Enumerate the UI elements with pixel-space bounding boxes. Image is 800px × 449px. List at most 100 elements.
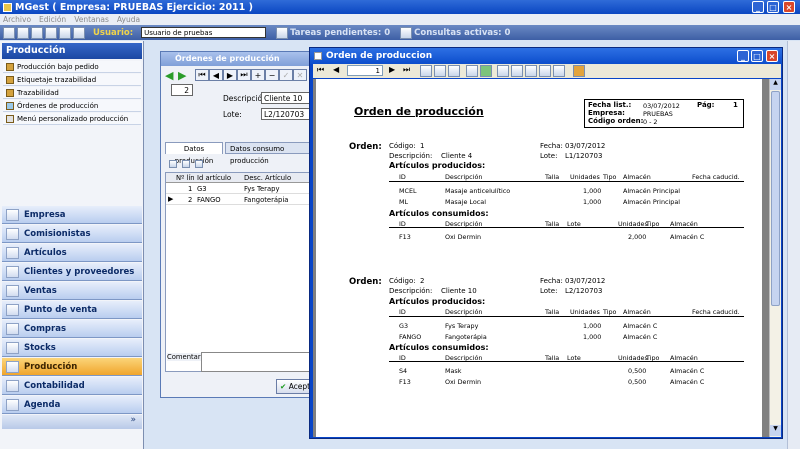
grid-edit-icon[interactable] bbox=[194, 159, 203, 168]
report-minimize-button[interactable]: _ bbox=[737, 50, 749, 62]
minimize-button[interactable]: _ bbox=[752, 1, 764, 13]
category-label: Contabilidad bbox=[24, 380, 85, 391]
export-icon[interactable] bbox=[466, 65, 478, 77]
row-selector-icon: ▶ bbox=[168, 195, 174, 203]
one-page-icon[interactable] bbox=[511, 65, 523, 77]
grid-header-idart[interactable]: Id artículo bbox=[197, 174, 231, 182]
sidebar-expand-bar[interactable]: » bbox=[2, 415, 142, 429]
producidos-heading: Artículos producidos: bbox=[389, 161, 486, 170]
category-empresa[interactable]: Empresa bbox=[2, 206, 142, 224]
produccion-cat-icon bbox=[6, 361, 19, 373]
category-label: Comisionistas bbox=[24, 228, 91, 239]
refresh-icon[interactable] bbox=[480, 65, 492, 77]
grid-add-icon[interactable] bbox=[169, 159, 177, 168]
sidebar-item-menu-personalizado[interactable]: Menú personalizado producción bbox=[3, 113, 141, 125]
toolbar-icon-3[interactable] bbox=[31, 26, 43, 39]
back-arrow-icon[interactable]: ◀ bbox=[165, 69, 173, 82]
menu-archivo[interactable]: Archivo bbox=[3, 15, 31, 24]
print-icon[interactable] bbox=[420, 65, 432, 77]
category-compras[interactable]: Compras bbox=[2, 320, 142, 338]
scroll-up-button[interactable]: ▲ bbox=[770, 79, 781, 90]
scroll-down-button[interactable]: ▼ bbox=[770, 425, 781, 436]
two-pages-icon[interactable] bbox=[525, 65, 537, 77]
next-record-button[interactable]: ▶ bbox=[223, 69, 237, 81]
sidebar-item-trazabilidad[interactable]: Trazabilidad bbox=[3, 87, 141, 99]
consultas-activas[interactable]: Consultas activas: 0 bbox=[414, 28, 510, 38]
grid-header-desc[interactable]: Desc. Artículo bbox=[244, 174, 291, 182]
grid-delete-icon[interactable] bbox=[181, 159, 190, 168]
record-number-field[interactable]: 2 bbox=[171, 84, 193, 96]
exit-icon[interactable] bbox=[573, 65, 585, 77]
col-fecha-caducidad: Fecha caducid. bbox=[692, 308, 740, 316]
tareas-pendientes[interactable]: Tareas pendientes: 0 bbox=[290, 28, 390, 38]
codigo-orden-value: 0 - 2 bbox=[643, 118, 658, 126]
cons-uds: 0,500 bbox=[628, 378, 647, 386]
add-record-button[interactable]: + bbox=[251, 69, 265, 81]
first-record-button[interactable]: ⏮ bbox=[195, 69, 209, 81]
menu-ventanas[interactable]: Ventanas bbox=[74, 15, 109, 24]
toolbar-icon-5[interactable] bbox=[59, 26, 71, 39]
lote-label: Lote: bbox=[540, 287, 558, 295]
report-vertical-scrollbar[interactable]: ▲ ▼ bbox=[769, 79, 781, 437]
save-icon[interactable] bbox=[434, 65, 446, 77]
cancel-record-button[interactable]: ✕ bbox=[293, 69, 307, 81]
report-next-page-icon[interactable]: ▶ bbox=[389, 65, 395, 74]
comentario-field[interactable] bbox=[201, 352, 319, 372]
sidebar-item-produccion-bajo-pedido[interactable]: Producción bajo pedido bbox=[3, 61, 141, 73]
category-label: Compras bbox=[24, 323, 67, 334]
table-row[interactable]: 1 G3 Fys Terapy bbox=[166, 184, 318, 194]
ordenes-title: Órdenes de producción bbox=[175, 54, 280, 63]
report-page-input[interactable]: 1 bbox=[347, 65, 383, 76]
category-clientes[interactable]: Clientes y proveedores bbox=[2, 263, 142, 281]
sidebar-item-ordenes[interactable]: Órdenes de producción bbox=[3, 100, 141, 112]
grid-header-nlin[interactable]: Nº lín bbox=[176, 174, 195, 182]
category-produccion[interactable]: Producción bbox=[2, 358, 142, 376]
toolbar-icon-6[interactable] bbox=[73, 26, 85, 39]
open-icon[interactable] bbox=[448, 65, 460, 77]
report-first-page-icon[interactable]: ⏮ bbox=[317, 65, 324, 75]
category-punto-venta[interactable]: Punto de venta bbox=[2, 301, 142, 319]
cons-alm: Almacén C bbox=[670, 233, 705, 241]
report-maximize-button[interactable]: □ bbox=[751, 50, 763, 62]
edit-record-button[interactable]: ✓ bbox=[279, 69, 293, 81]
page-setup-icon[interactable] bbox=[497, 65, 509, 77]
report-last-page-icon[interactable]: ⏭ bbox=[403, 65, 410, 75]
main-vertical-scrollbar[interactable] bbox=[787, 41, 800, 449]
scroll-thumb[interactable] bbox=[771, 91, 780, 306]
prev-record-button[interactable]: ◀ bbox=[209, 69, 223, 81]
codigo-value: 1 bbox=[420, 142, 425, 150]
toolbar-icon-4[interactable] bbox=[45, 26, 57, 39]
category-stocks[interactable]: Stocks bbox=[2, 339, 142, 357]
user-field[interactable]: Usuario de pruebas bbox=[141, 27, 267, 38]
category-articulos[interactable]: Artículos bbox=[2, 244, 142, 262]
category-comisionistas[interactable]: Comisionistas bbox=[2, 225, 142, 243]
codigo-label: Código: bbox=[389, 142, 416, 150]
toolbar-icon-1[interactable] bbox=[3, 26, 15, 39]
grid-header: Nº lín Id artículo Desc. Artículo bbox=[166, 173, 318, 183]
cons-desc: Mask bbox=[445, 367, 462, 375]
category-contabilidad[interactable]: Contabilidad bbox=[2, 377, 142, 395]
menu-ayuda[interactable]: Ayuda bbox=[117, 15, 140, 24]
sidebar-item-etiquetaje[interactable]: Etiquetaje trazabilidad bbox=[3, 74, 141, 86]
forward-arrow-icon[interactable]: ▶ bbox=[178, 69, 186, 82]
category-ventas[interactable]: Ventas bbox=[2, 282, 142, 300]
check-icon: ✔ bbox=[280, 382, 287, 391]
zoom-out-icon[interactable] bbox=[553, 65, 565, 77]
category-label: Ventas bbox=[24, 285, 57, 296]
tab-datos-produccion[interactable]: Datos producción bbox=[165, 142, 223, 165]
category-agenda[interactable]: Agenda bbox=[2, 396, 142, 414]
comisionistas-icon bbox=[6, 228, 19, 240]
table-row[interactable]: ▶ 2 FANGO Fangoterápia bbox=[166, 195, 318, 205]
last-record-button[interactable]: ⏭ bbox=[237, 69, 251, 81]
close-button[interactable]: × bbox=[783, 1, 795, 13]
tab-datos-consumo[interactable]: Datos consumo producción bbox=[225, 142, 319, 165]
report-close-button[interactable]: × bbox=[766, 50, 778, 62]
delete-record-button[interactable]: − bbox=[265, 69, 279, 81]
grid-toolbar bbox=[169, 159, 229, 169]
maximize-button[interactable]: □ bbox=[767, 1, 779, 13]
menu-edicion[interactable]: Edición bbox=[39, 15, 66, 24]
toolbar-icon-2[interactable] bbox=[17, 26, 29, 39]
report-prev-page-icon[interactable]: ◀ bbox=[333, 65, 339, 74]
ventas-icon bbox=[6, 285, 19, 297]
zoom-in-icon[interactable] bbox=[539, 65, 551, 77]
